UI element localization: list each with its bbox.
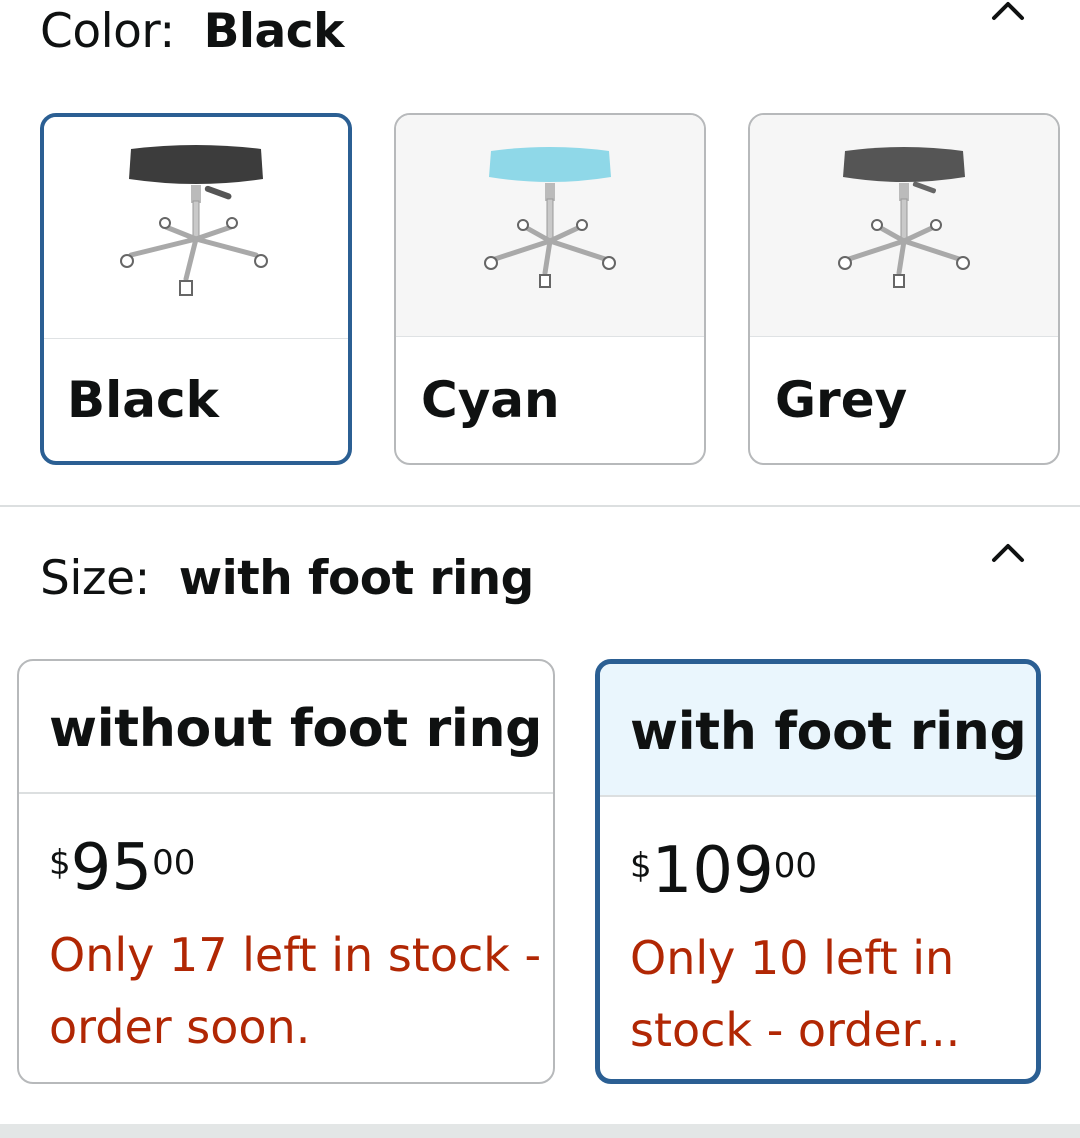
stool-image xyxy=(838,147,970,288)
stock-status: Only 10 left in stock - order... xyxy=(630,931,961,1057)
section-divider xyxy=(0,505,1080,507)
price-fraction: 00 xyxy=(152,843,196,883)
size-option-header: without foot ring xyxy=(19,661,553,794)
color-option-label: Black xyxy=(67,371,219,429)
chevron-up-icon[interactable] xyxy=(988,0,1028,32)
color-selected-value: Black xyxy=(203,4,345,59)
price-fraction: 00 xyxy=(773,846,818,886)
color-section-label: Color: Black xyxy=(40,4,344,59)
color-option-grey[interactable]: Grey xyxy=(748,113,1060,465)
stool-image xyxy=(120,145,268,296)
stock-status: Only 17 left in stock - order soon. xyxy=(49,928,542,1054)
price: $10900 xyxy=(630,834,817,908)
size-option-without-foot-ring[interactable]: without foot ring $9500 Only 17 left in … xyxy=(17,659,555,1084)
size-section-label: Size: with foot ring xyxy=(40,551,534,606)
color-option-label: Grey xyxy=(775,371,908,429)
bottom-divider xyxy=(0,1124,1080,1138)
price: $9500 xyxy=(49,831,195,905)
product-thumbnail xyxy=(44,117,348,339)
color-option-black[interactable]: Black xyxy=(40,113,352,465)
product-thumbnail xyxy=(396,115,704,337)
size-option-label: without foot ring xyxy=(49,699,543,759)
price-whole: 109 xyxy=(651,834,774,908)
stool-image xyxy=(484,147,616,288)
size-selected-value: with foot ring xyxy=(178,551,535,606)
size-option-header: with foot ring xyxy=(600,664,1036,797)
color-option-cyan[interactable]: Cyan xyxy=(394,113,706,465)
price-whole: 95 xyxy=(70,831,153,905)
price-currency: $ xyxy=(49,843,71,883)
price-currency: $ xyxy=(630,846,652,886)
size-option-with-foot-ring[interactable]: with foot ring $10900 Only 10 left in st… xyxy=(595,659,1041,1084)
chevron-up-icon[interactable] xyxy=(988,534,1028,574)
color-option-label: Cyan xyxy=(421,371,560,429)
product-thumbnail xyxy=(750,115,1058,337)
size-option-label: with foot ring xyxy=(630,702,1027,762)
